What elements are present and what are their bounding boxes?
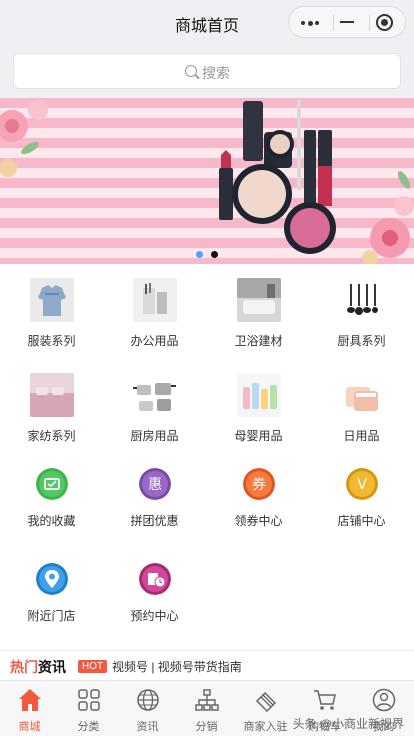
category-item-daily[interactable]: 日用品 bbox=[310, 359, 413, 454]
tab-label: 分类 bbox=[77, 721, 100, 733]
search-placeholder: 搜索 bbox=[202, 65, 230, 81]
svg-text:券: 券 bbox=[252, 477, 266, 493]
function-item-store[interactable]: V 店铺中心 bbox=[310, 454, 413, 549]
cookware-thumbnail-icon bbox=[133, 373, 177, 417]
daily-goods-thumbnail-icon bbox=[340, 373, 384, 417]
search-icon bbox=[185, 65, 197, 77]
function-label: 附近门店 bbox=[27, 609, 76, 623]
clothing-thumbnail-icon bbox=[30, 278, 74, 322]
cosmetics-banner-image bbox=[0, 100, 414, 264]
group-buy-icon: 惠 bbox=[139, 468, 171, 500]
tab-category[interactable]: 分类 bbox=[59, 681, 118, 736]
banner-pagination bbox=[196, 245, 226, 263]
news-headline[interactable]: 视频号 | 视频号带货指南 bbox=[112, 658, 242, 675]
capsule-divider bbox=[369, 15, 370, 31]
function-label: 我的收藏 bbox=[27, 514, 76, 528]
tab-label: 资讯 bbox=[136, 721, 159, 733]
minimize-icon[interactable] bbox=[340, 21, 354, 23]
tab-label: 分销 bbox=[195, 721, 218, 733]
flower-decoration-icon bbox=[362, 171, 414, 264]
location-pin-icon bbox=[36, 563, 68, 595]
close-target-icon[interactable] bbox=[376, 14, 393, 31]
nav-bar: 商城首页 bbox=[0, 0, 414, 44]
tab-label: 商城 bbox=[18, 721, 41, 733]
tab-merchant[interactable]: 商家入驻 bbox=[236, 681, 295, 736]
category-label: 母婴用品 bbox=[234, 429, 283, 443]
home-icon bbox=[19, 689, 41, 711]
category-label: 办公用品 bbox=[130, 334, 179, 348]
category-label: 日用品 bbox=[343, 429, 380, 443]
pagination-dot[interactable] bbox=[211, 251, 218, 258]
tab-mall[interactable]: 商城 bbox=[0, 681, 59, 736]
cosmetics-icon bbox=[219, 100, 336, 254]
more-dots-icon[interactable] bbox=[301, 20, 319, 26]
category-label: 服装系列 bbox=[27, 334, 76, 348]
search-input[interactable]: 搜索 bbox=[13, 53, 401, 89]
coupon-icon: 券 bbox=[243, 468, 275, 500]
home-textile-thumbnail-icon bbox=[30, 373, 74, 417]
office-supplies-thumbnail-icon bbox=[133, 278, 177, 322]
function-label: 拼团优惠 bbox=[130, 514, 179, 528]
promo-banner[interactable] bbox=[0, 98, 414, 264]
tab-news[interactable]: 资讯 bbox=[118, 681, 177, 736]
category-item-baby[interactable]: 母婴用品 bbox=[207, 359, 310, 454]
kitchen-utensils-thumbnail-icon bbox=[340, 278, 384, 322]
reservation-clock-icon bbox=[139, 563, 171, 595]
cart-icon bbox=[314, 690, 336, 710]
category-label: 卫浴建材 bbox=[234, 334, 283, 348]
function-label: 店铺中心 bbox=[337, 514, 386, 528]
svg-text:V: V bbox=[357, 477, 367, 493]
search-area: 搜索 bbox=[0, 44, 414, 98]
function-item-nearby-stores[interactable]: 附近门店 bbox=[0, 549, 103, 644]
profile-icon bbox=[372, 688, 396, 712]
flower-decoration-icon bbox=[0, 100, 48, 177]
category-icon bbox=[78, 689, 100, 711]
function-item-coupon[interactable]: 券 领券中心 bbox=[207, 454, 310, 549]
hot-news-title-part: 热门 bbox=[10, 659, 38, 675]
store-icon: V bbox=[346, 468, 378, 500]
function-item-reservation[interactable]: 预约中心 bbox=[103, 549, 206, 644]
category-label: 厨房用品 bbox=[130, 429, 179, 443]
hot-news-bar[interactable]: 热门资讯 HOT 视频号 | 视频号带货指南 bbox=[0, 650, 414, 680]
pagination-dot[interactable] bbox=[196, 251, 203, 258]
category-item-cookware[interactable]: 厨房用品 bbox=[103, 359, 206, 454]
favorites-icon bbox=[36, 468, 68, 500]
mini-program-capsule bbox=[288, 6, 406, 38]
function-label: 预约中心 bbox=[130, 609, 179, 623]
function-item-favorites[interactable]: 我的收藏 bbox=[0, 454, 103, 549]
tab-label: 商家入驻 bbox=[243, 721, 288, 733]
hot-badge: HOT bbox=[78, 660, 108, 673]
capsule-divider bbox=[333, 15, 334, 31]
category-item-clothing[interactable]: 服装系列 bbox=[0, 264, 103, 359]
category-item-bathroom[interactable]: 卫浴建材 bbox=[207, 264, 310, 359]
category-item-office[interactable]: 办公用品 bbox=[103, 264, 206, 359]
category-label: 家纺系列 bbox=[27, 429, 76, 443]
hot-news-title-part: 资讯 bbox=[38, 659, 66, 675]
bathroom-thumbnail-icon bbox=[237, 278, 281, 322]
hot-news-title: 热门资讯 bbox=[10, 657, 66, 677]
category-label: 厨具系列 bbox=[337, 334, 386, 348]
svg-text:惠: 惠 bbox=[148, 477, 162, 493]
merchant-icon bbox=[255, 691, 277, 713]
baby-products-thumbnail-icon bbox=[237, 373, 281, 417]
watermark-text: 头条 @小商业新视界 bbox=[292, 717, 404, 731]
category-item-kitchenware[interactable]: 厨具系列 bbox=[310, 264, 413, 359]
distribution-icon bbox=[195, 689, 219, 711]
function-item-group-buy[interactable]: 惠 拼团优惠 bbox=[103, 454, 206, 549]
function-label: 领券中心 bbox=[234, 514, 283, 528]
tab-distribution[interactable]: 分销 bbox=[177, 681, 236, 736]
globe-icon bbox=[137, 689, 159, 711]
category-item-home-textile[interactable]: 家纺系列 bbox=[0, 359, 103, 454]
